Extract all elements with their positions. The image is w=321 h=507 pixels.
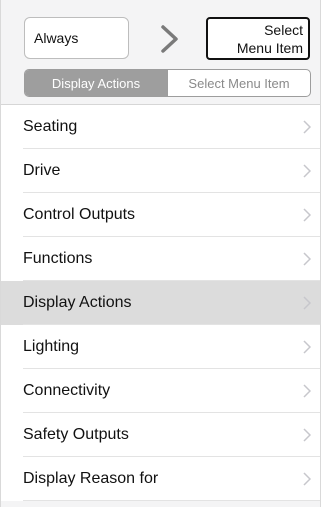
menu-item-label: Safety Outputs	[23, 426, 129, 443]
selection-header: Always Select Menu Item Display Actions …	[1, 0, 320, 105]
chevron-right-icon	[303, 120, 311, 134]
menu-item-label: Display Reason for	[23, 470, 159, 487]
menu-list: Seating Drive Control Outputs Functions …	[1, 105, 320, 501]
menu-item-display-reason-for[interactable]: Display Reason for	[1, 457, 320, 501]
segment-select-menu-item[interactable]: Select Menu Item	[167, 70, 310, 96]
target-label-line-1: Select	[264, 22, 303, 38]
segment-display-actions[interactable]: Display Actions	[25, 70, 167, 96]
menu-item-functions[interactable]: Functions	[1, 237, 320, 281]
segmented-control: Display Actions Select Menu Item	[24, 69, 311, 97]
source-selector[interactable]: Always	[24, 17, 129, 59]
menu-item-label: Functions	[23, 250, 93, 267]
chevron-right-icon	[303, 428, 311, 442]
source-selector-label: Always	[34, 30, 79, 46]
chevron-right-icon	[303, 340, 311, 354]
target-label-line-2: Menu Item	[236, 40, 303, 56]
chevron-right-icon	[303, 296, 311, 310]
menu-item-display-actions[interactable]: Display Actions	[1, 281, 320, 325]
chevron-right-icon	[161, 25, 178, 53]
chevron-right-icon	[303, 252, 311, 266]
menu-item-connectivity[interactable]: Connectivity	[1, 369, 320, 413]
menu-item-label: Control Outputs	[23, 206, 136, 223]
menu-item-seating[interactable]: Seating	[1, 105, 320, 149]
menu-item-label: Seating	[23, 118, 78, 135]
chevron-right-icon	[303, 472, 311, 486]
menu-item-drive[interactable]: Drive	[1, 149, 320, 193]
menu-item-lighting[interactable]: Lighting	[1, 325, 320, 369]
bottom-margin	[1, 501, 320, 507]
chevron-right-icon	[303, 164, 311, 178]
chevron-right-icon	[303, 384, 311, 398]
chevron-right-icon	[303, 208, 311, 222]
menu-item-label: Drive	[23, 162, 61, 179]
menu-item-label: Display Actions	[23, 294, 132, 311]
menu-item-label: Connectivity	[23, 382, 111, 399]
menu-action-screen: Always Select Menu Item Display Actions …	[0, 0, 321, 507]
menu-item-safety-outputs[interactable]: Safety Outputs	[1, 413, 320, 457]
target-menu-item-box[interactable]: Select Menu Item	[206, 17, 310, 60]
menu-item-control-outputs[interactable]: Control Outputs	[1, 193, 320, 237]
menu-item-label: Lighting	[23, 338, 80, 355]
